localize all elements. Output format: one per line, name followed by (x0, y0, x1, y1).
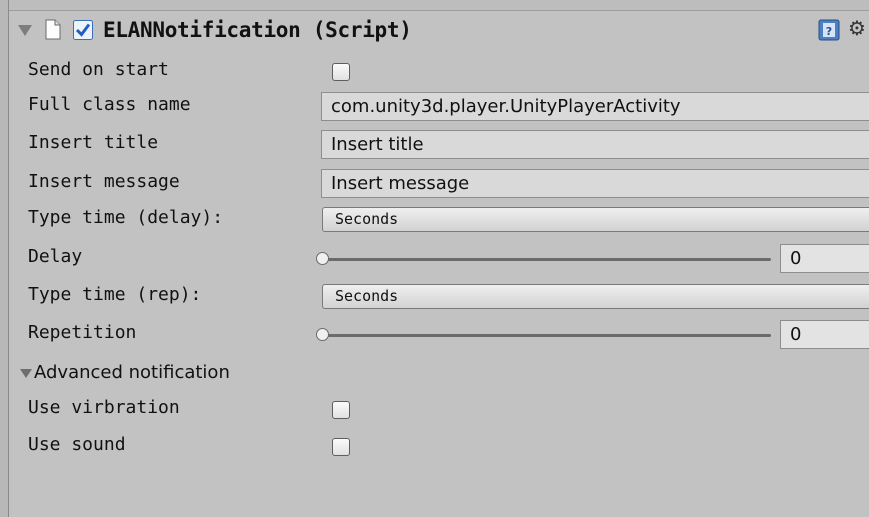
use-sound-label: Use sound (28, 434, 126, 455)
type-time-delay-row: Type time (delay): Seconds ⬍ (10, 203, 869, 235)
delay-label: Delay (28, 246, 83, 267)
svg-text:?: ? (826, 25, 832, 38)
delay-value-input[interactable]: 0 (780, 244, 869, 273)
use-sound-checkbox[interactable] (332, 438, 350, 456)
advanced-notification-label: Advanced notification (34, 362, 230, 383)
type-time-delay-label: Type time (delay): (28, 207, 224, 228)
insert-title-label: Insert title (28, 132, 159, 153)
type-time-rep-row: Type time (rep): Seconds ⬍ (10, 280, 869, 312)
help-book-icon[interactable]: ? (818, 19, 840, 41)
delay-row: Delay 0 (10, 242, 869, 274)
type-time-rep-value: Seconds (335, 287, 399, 305)
component-header[interactable]: ELANNotification (Script) ? ⚙ (10, 14, 869, 52)
repetition-value-input[interactable]: 0 (780, 320, 869, 349)
insert-message-input[interactable]: Insert message (321, 169, 869, 198)
full-class-name-label: Full class name (28, 94, 191, 115)
delay-slider-track[interactable] (321, 258, 771, 261)
advanced-notification-foldout[interactable]: Advanced notification (10, 358, 869, 390)
type-time-delay-dropdown[interactable]: Seconds ⬍ (322, 207, 869, 232)
triangle-down-icon[interactable] (18, 25, 32, 36)
full-class-name-row: Full class name com.unity3d.player.Unity… (10, 90, 869, 122)
use-sound-row: Use sound (10, 430, 869, 462)
type-time-rep-dropdown[interactable]: Seconds ⬍ (322, 284, 869, 309)
repetition-slider-track[interactable] (321, 334, 771, 337)
component-title: ELANNotification (Script) (103, 18, 412, 42)
insert-title-row: Insert title Insert title (10, 128, 869, 160)
send-on-start-label: Send on start (28, 59, 169, 80)
gear-icon[interactable]: ⚙ (848, 16, 866, 40)
type-time-rep-label: Type time (rep): (28, 284, 202, 305)
insert-message-row: Insert message Insert message (10, 167, 869, 199)
repetition-slider-thumb[interactable] (316, 328, 329, 341)
delay-slider-thumb[interactable] (316, 252, 329, 265)
repetition-label: Repetition (28, 322, 137, 343)
repetition-row: Repetition 0 (10, 318, 869, 350)
inspector-top-border (0, 0, 869, 11)
insert-message-label: Insert message (28, 171, 180, 192)
script-file-icon (45, 19, 61, 40)
use-vibration-checkbox[interactable] (332, 401, 350, 419)
send-on-start-row: Send on start (10, 55, 869, 87)
full-class-name-input[interactable]: com.unity3d.player.UnityPlayerActivity (321, 92, 869, 121)
insert-title-input[interactable]: Insert title (321, 130, 869, 159)
component-enabled-checkbox[interactable] (73, 20, 93, 40)
inspector-left-border (0, 0, 9, 517)
type-time-delay-value: Seconds (335, 210, 399, 228)
use-vibration-row: Use virbration (10, 393, 869, 425)
use-vibration-label: Use virbration (28, 397, 180, 418)
send-on-start-checkbox[interactable] (332, 63, 350, 81)
foldout-arrow-icon[interactable] (20, 369, 32, 378)
